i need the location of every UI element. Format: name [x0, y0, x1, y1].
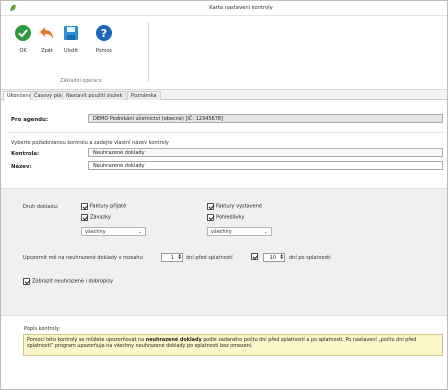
undo-arrow-icon — [40, 27, 53, 39]
chevron-down-icon: ⌄ — [137, 229, 142, 235]
doc-type-label: Druh dokladu: — [23, 204, 59, 210]
note-box: Pomocí této kontroly se můžete upozorňov… — [23, 334, 443, 356]
ribbon-toolbar: OK Zpět Uložit ? Pomoc Základní operace — [1, 16, 447, 90]
notify-text: Upozornit mě na neuhrazené doklady v roz… — [23, 255, 143, 261]
check-faktury-vydane[interactable]: Faktury vystavené — [207, 203, 262, 211]
doc-filter-left-select[interactable]: všechny ⌄ — [81, 227, 146, 236]
ok-button-label: OK — [19, 48, 27, 54]
check-days-after[interactable] — [251, 253, 260, 261]
select-hint: Vyberte požadovanou kontrolu a zadejte v… — [11, 140, 169, 146]
checkbox-checked-icon[interactable] — [251, 253, 258, 260]
control-label: Kontrola: — [11, 151, 40, 157]
spin-arrows-icon[interactable]: ▲ ▼ — [178, 253, 181, 261]
title-bar: Karta nastavení kontroly — [1, 1, 447, 16]
options-panel: Druh dokladu: Faktury přijaté Faktury vy… — [1, 188, 447, 316]
check-show-unmatched[interactable]: Zobrazit neuhrazené i dobropisy — [23, 278, 113, 286]
checkbox-checked-icon[interactable] — [207, 214, 214, 221]
check-zavazky[interactable]: Závazky — [81, 214, 111, 222]
tab-poznamka[interactable]: Poznámka — [127, 91, 161, 100]
checkbox-checked-icon[interactable] — [81, 203, 88, 210]
tab-nastavit-slozek[interactable]: Nastavit použití složek — [62, 91, 127, 100]
checkbox-checked-icon[interactable] — [81, 214, 88, 221]
save-button[interactable]: Uložit — [59, 24, 83, 58]
save-button-label: Uložit — [63, 48, 79, 54]
agenda-field: DEMO Podnikání účetnictví (obecné) [IČ: … — [88, 114, 443, 123]
chevron-down-icon: ⌄ — [263, 229, 268, 235]
name-input[interactable]: Neuhrazené doklady — [88, 161, 443, 170]
agenda-label: Pro agendu: — [11, 117, 49, 123]
after-text: dní po splatnosti — [289, 255, 331, 261]
settings-window: Karta nastavení kontroly OK Zpět Uložit — [0, 0, 448, 390]
checkbox-checked-icon[interactable] — [207, 203, 214, 210]
note-label: Popis kontroly: — [24, 326, 61, 332]
divider — [7, 132, 443, 133]
app-logo-icon — [10, 4, 17, 12]
name-label: Název: — [11, 164, 32, 170]
svg-text:?: ? — [101, 27, 107, 40]
ribbon-group-caption: Základní operace — [60, 79, 102, 84]
control-select[interactable]: Neuhrazené doklady — [88, 148, 443, 157]
help-button-label: Pomoc — [95, 48, 113, 54]
back-button-label: Zpět — [41, 48, 53, 54]
window-title: Karta nastavení kontroly — [209, 5, 273, 11]
spin-arrows-icon[interactable]: ▲ ▼ — [280, 253, 283, 261]
doc-filter-right-select[interactable]: všechny ⌄ — [207, 227, 272, 236]
save-disk-icon — [64, 26, 78, 40]
help-icon: ? — [96, 25, 112, 41]
days-after-stepper[interactable]: 10 ▲ ▼ — [263, 253, 285, 262]
check-circle-icon — [15, 25, 31, 41]
ok-button[interactable]: OK — [11, 24, 35, 58]
checkbox-checked-icon[interactable] — [23, 278, 30, 285]
check-faktury-prijate[interactable]: Faktury přijaté — [81, 203, 126, 211]
back-button[interactable]: Zpět — [35, 24, 59, 58]
check-pohledavky[interactable]: Pohledávky — [207, 214, 244, 222]
help-button[interactable]: ? Pomoc — [92, 24, 116, 58]
before-text: dní před splatností — [186, 255, 233, 261]
ribbon-separator — [148, 22, 149, 82]
days-before-stepper[interactable]: 1 ▲ ▼ — [161, 253, 183, 262]
tab-strip: Ukončené Časový plán Nastavit použití sl… — [1, 90, 447, 101]
